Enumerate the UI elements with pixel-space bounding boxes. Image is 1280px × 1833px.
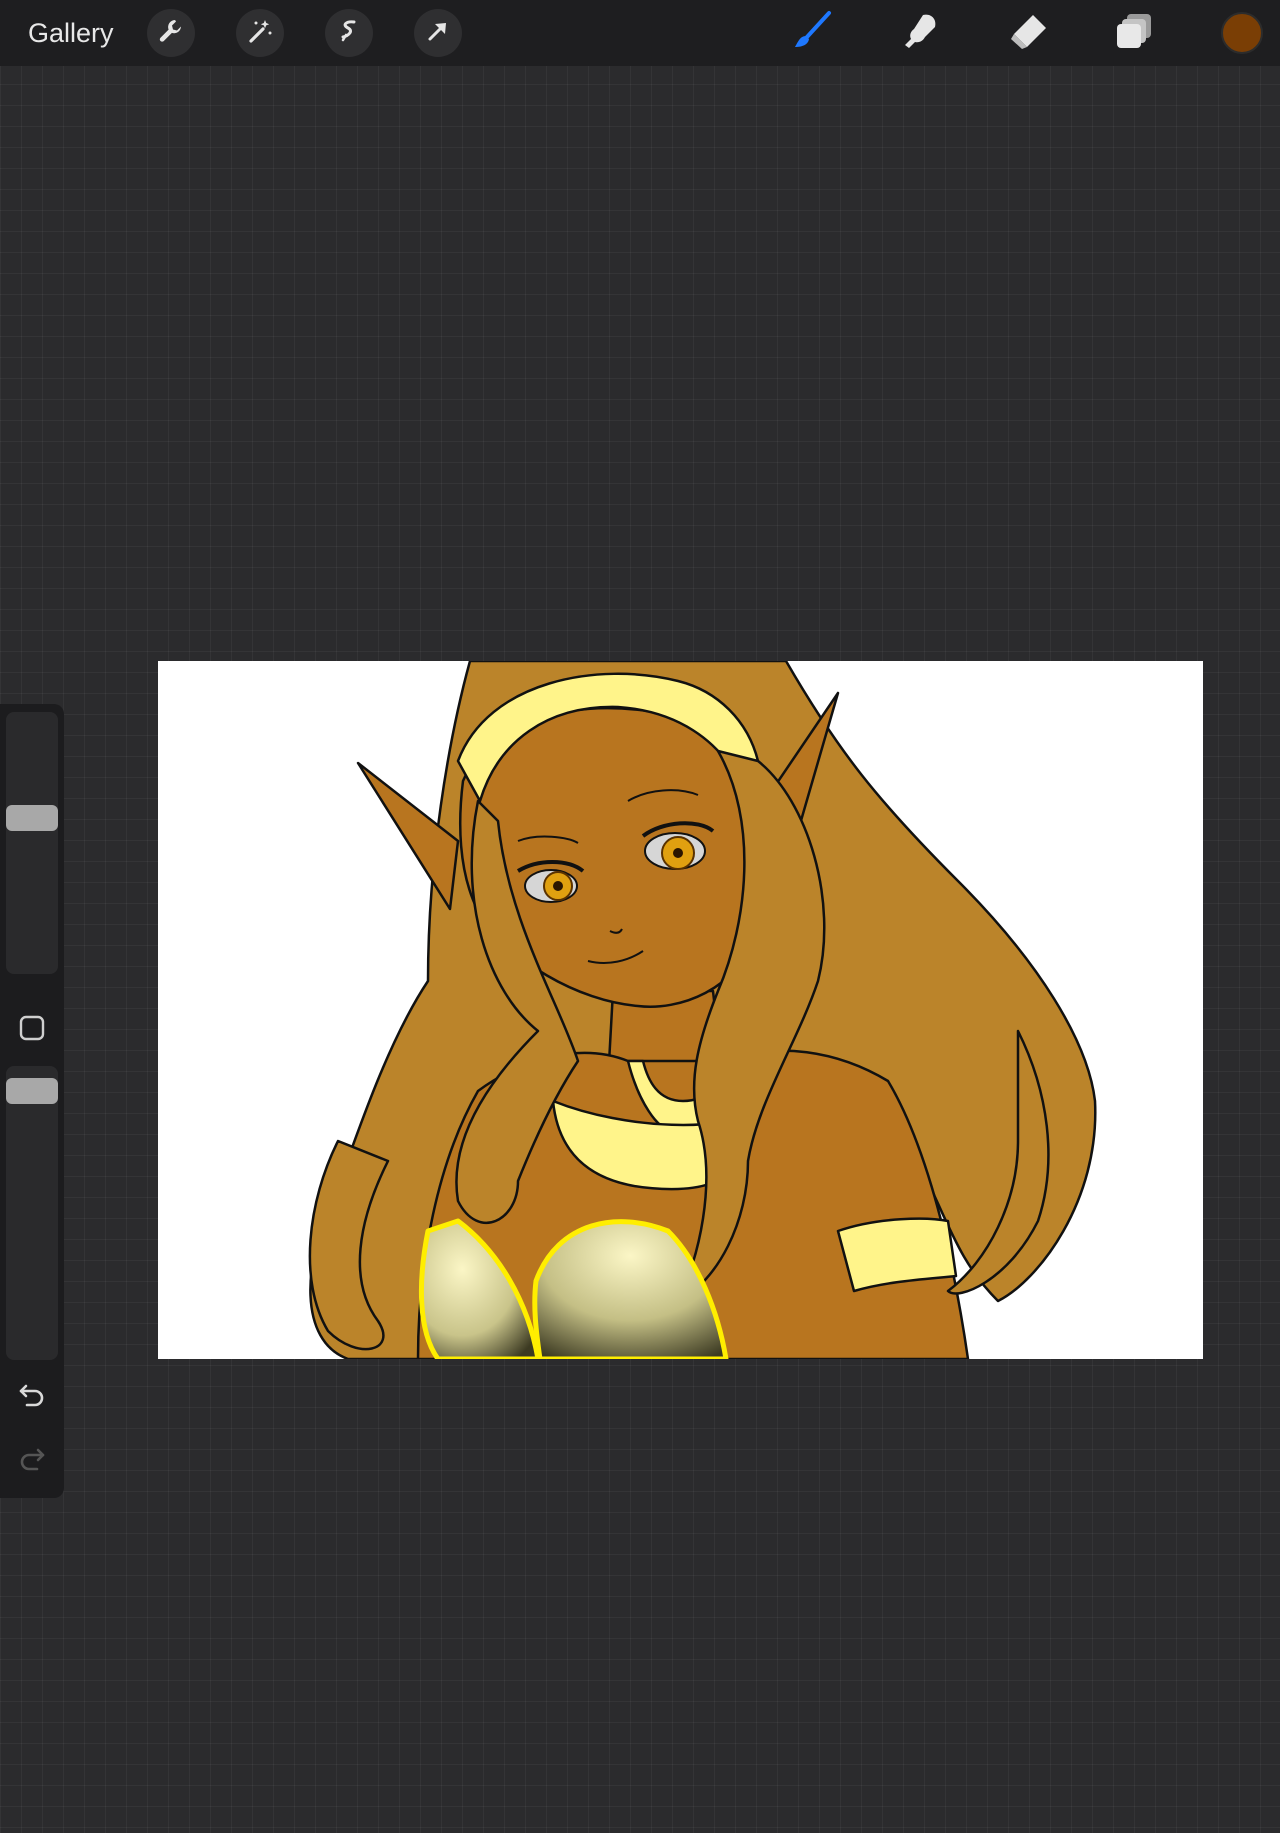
color-swatch[interactable]: [1221, 12, 1263, 54]
smudge-button[interactable]: [897, 9, 945, 57]
opacity-slider[interactable]: [6, 1066, 58, 1360]
drawing-canvas[interactable]: [158, 661, 1203, 1359]
opacity-thumb[interactable]: [6, 1078, 58, 1105]
modify-square-icon: [18, 1014, 46, 1047]
left-sidebar: [0, 704, 64, 1498]
top-toolbar: Gallery: [0, 0, 1280, 66]
selection-icon: [334, 16, 364, 51]
eraser-icon: [1006, 9, 1050, 58]
transform-button[interactable]: [414, 9, 462, 57]
actions-button[interactable]: [147, 9, 195, 57]
layers-button[interactable]: [1111, 9, 1159, 57]
elf-illustration: [308, 661, 1097, 1359]
brush-icon: [791, 9, 835, 58]
wrench-icon: [156, 16, 186, 51]
undo-button[interactable]: [14, 1378, 50, 1414]
smudge-icon: [899, 9, 943, 58]
undo-icon: [16, 1378, 48, 1415]
magic-wand-icon: [245, 16, 275, 51]
transform-arrow-icon: [423, 16, 453, 51]
adjustments-button[interactable]: [236, 9, 284, 57]
brush-button[interactable]: [789, 9, 837, 57]
brush-size-slider[interactable]: [6, 712, 58, 974]
layers-icon: [1113, 9, 1157, 58]
modify-button[interactable]: [18, 1014, 46, 1047]
eraser-button[interactable]: [1004, 9, 1052, 57]
selection-button[interactable]: [325, 9, 373, 57]
redo-icon: [16, 1442, 48, 1479]
brush-size-thumb[interactable]: [6, 805, 58, 831]
redo-button[interactable]: [14, 1442, 50, 1478]
gallery-button[interactable]: Gallery: [28, 16, 114, 50]
